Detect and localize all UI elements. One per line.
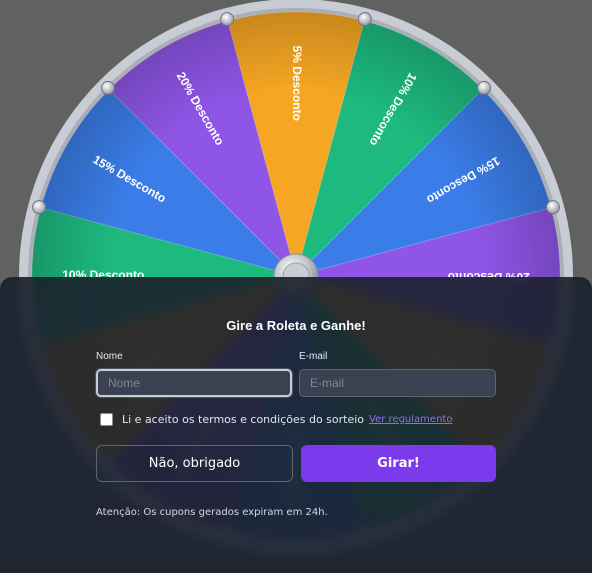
wheel-peg-icon bbox=[545, 200, 560, 215]
wheel-peg-icon bbox=[220, 12, 235, 27]
wheel-peg-icon bbox=[477, 80, 492, 95]
wheel-peg-icon bbox=[357, 12, 372, 27]
decline-button[interactable]: Não, obrigado bbox=[96, 445, 293, 482]
consent-checkbox[interactable] bbox=[100, 412, 113, 426]
email-input[interactable] bbox=[299, 369, 496, 397]
consent-text: Li e aceito os termos e condições do sor… bbox=[122, 412, 365, 426]
name-input[interactable] bbox=[96, 369, 292, 397]
consent-row: Li e aceito os termos e condições do sor… bbox=[100, 412, 452, 426]
rules-link[interactable]: Ver regulamento bbox=[369, 414, 452, 425]
panel-title: Gire a Roleta e Ganhe! bbox=[226, 318, 366, 333]
wheel-peg-icon bbox=[32, 200, 47, 215]
expiry-notice: Atenção: Os cupons gerados expiram em 24… bbox=[96, 507, 328, 518]
wheel-segment-label: 5% Desconto bbox=[290, 46, 304, 121]
signup-panel: Gire a Roleta e Ganhe! Nome E-mail Li e … bbox=[0, 277, 592, 573]
email-label: E-mail bbox=[299, 351, 328, 362]
name-label: Nome bbox=[96, 351, 123, 362]
wheel-peg-icon bbox=[100, 80, 115, 95]
spin-button[interactable]: Girar! bbox=[301, 445, 496, 482]
